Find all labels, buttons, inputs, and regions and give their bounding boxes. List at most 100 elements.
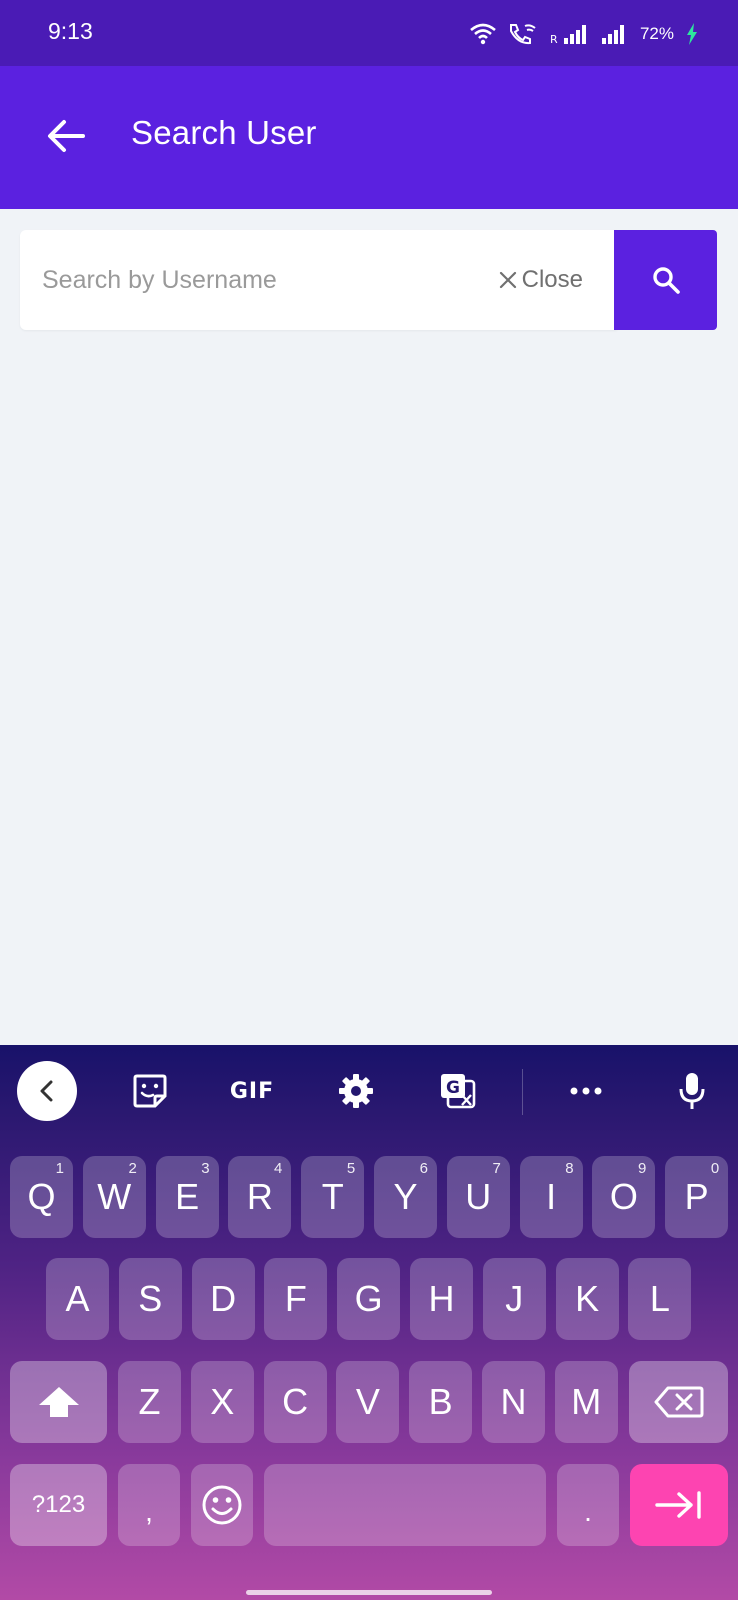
key-o[interactable]: O9 [592, 1156, 656, 1238]
key-u[interactable]: U7 [446, 1156, 510, 1238]
keyboard-toolbar: GIF G [0, 1045, 738, 1137]
key-label: G [354, 1278, 383, 1319]
key-hint: 4 [274, 1160, 283, 1177]
key-label: C [282, 1381, 309, 1422]
symbols-key[interactable]: ?123 [10, 1464, 107, 1546]
space-key[interactable] [264, 1464, 546, 1546]
period-key[interactable]: . [557, 1464, 619, 1546]
status-icons: R 72% [470, 20, 698, 48]
shift-icon [38, 1387, 79, 1417]
key-t[interactable]: T5 [301, 1156, 365, 1238]
signal-icon [601, 25, 624, 44]
key-hint: 0 [710, 1160, 720, 1177]
key-label: I [546, 1176, 557, 1217]
search-input[interactable] [40, 254, 470, 306]
key-r[interactable]: R4 [228, 1156, 292, 1238]
emoji-icon [202, 1485, 242, 1525]
key-hint: 5 [346, 1160, 356, 1177]
settings-button[interactable] [330, 1063, 382, 1119]
search-button[interactable] [614, 230, 717, 330]
key-z[interactable]: Z [118, 1361, 181, 1443]
key-label: J [505, 1278, 524, 1319]
status-bar: 9:13 R 72% [0, 0, 738, 66]
symbols-key-label: ?123 [31, 1491, 86, 1518]
home-indicator [246, 1590, 492, 1595]
period-key-label: . [584, 1496, 592, 1527]
backspace-icon [654, 1386, 703, 1418]
emoji-key[interactable] [191, 1464, 253, 1546]
sticker-icon [133, 1074, 167, 1108]
gear-icon [339, 1074, 373, 1108]
key-f[interactable]: F [264, 1258, 328, 1340]
key-j[interactable]: J [482, 1258, 546, 1340]
comma-key[interactable]: , [118, 1464, 180, 1546]
key-e[interactable]: E3 [155, 1156, 219, 1238]
key-b[interactable]: B [409, 1361, 473, 1443]
key-d[interactable]: D [191, 1258, 255, 1340]
key-l[interactable]: L [628, 1258, 692, 1340]
key-a[interactable]: A [46, 1258, 109, 1340]
key-label: N [500, 1381, 527, 1422]
enter-key[interactable] [630, 1464, 728, 1546]
wifi-icon [470, 23, 496, 45]
arrow-left-icon [48, 120, 85, 152]
key-label: Q [27, 1176, 56, 1217]
key-label: X [210, 1381, 235, 1422]
sticker-button[interactable] [124, 1063, 176, 1119]
comma-key-label: , [145, 1496, 153, 1527]
wifi-calling-icon [509, 24, 536, 45]
key-y[interactable]: Y6 [374, 1156, 437, 1238]
svg-text:G: G [446, 1078, 460, 1098]
tab-arrow-icon [655, 1491, 701, 1519]
page-title: Search User [131, 114, 317, 151]
gif-icon: GIF [229, 1078, 275, 1104]
key-q[interactable]: Q1 [10, 1156, 73, 1238]
key-i[interactable]: I8 [519, 1156, 583, 1238]
key-label: W [97, 1176, 132, 1217]
battery-level: 72% [639, 24, 674, 43]
key-label: U [465, 1176, 492, 1217]
gif-button[interactable]: GIF [220, 1063, 284, 1119]
key-p[interactable]: P0 [665, 1156, 729, 1238]
key-label: E [175, 1176, 200, 1217]
search-card: Close [20, 230, 617, 330]
backspace-key[interactable] [629, 1361, 728, 1443]
voice-input-button[interactable] [666, 1063, 718, 1119]
key-v[interactable]: V [336, 1361, 400, 1443]
more-button[interactable] [560, 1063, 612, 1119]
translate-button[interactable]: G [432, 1063, 484, 1119]
keyboard-collapse-button[interactable] [17, 1061, 77, 1121]
key-n[interactable]: N [482, 1361, 545, 1443]
key-label: F [284, 1278, 307, 1319]
shift-key[interactable] [10, 1361, 107, 1443]
back-button[interactable] [38, 108, 94, 164]
key-label: V [355, 1381, 380, 1422]
key-s[interactable]: S [118, 1258, 182, 1340]
key-label: K [575, 1278, 600, 1319]
toolbar-divider [522, 1069, 523, 1115]
battery-charging-icon [687, 23, 697, 45]
key-x[interactable]: X [190, 1361, 254, 1443]
key-w[interactable]: W2 [82, 1156, 146, 1238]
key-label: A [65, 1278, 90, 1319]
search-icon [652, 267, 680, 294]
chevron-left-icon [40, 1080, 53, 1102]
key-hint: 8 [565, 1160, 574, 1177]
key-hint: 2 [128, 1160, 137, 1177]
key-h[interactable]: H [410, 1258, 473, 1340]
status-time: 9:13 [48, 18, 93, 44]
key-c[interactable]: C [263, 1361, 327, 1443]
key-k[interactable]: K [555, 1258, 619, 1340]
key-label: O [609, 1176, 638, 1217]
key-label: D [210, 1278, 237, 1319]
key-m[interactable]: M [554, 1361, 618, 1443]
key-hint: 1 [55, 1160, 64, 1177]
key-g[interactable]: G [337, 1258, 401, 1340]
key-label: P [684, 1176, 709, 1217]
key-label: M [571, 1381, 602, 1422]
close-button[interactable]: Close [499, 260, 583, 300]
key-label: Y [393, 1176, 418, 1217]
key-label: T [321, 1176, 344, 1217]
key-label: H [428, 1278, 455, 1319]
microphone-icon [679, 1073, 705, 1109]
